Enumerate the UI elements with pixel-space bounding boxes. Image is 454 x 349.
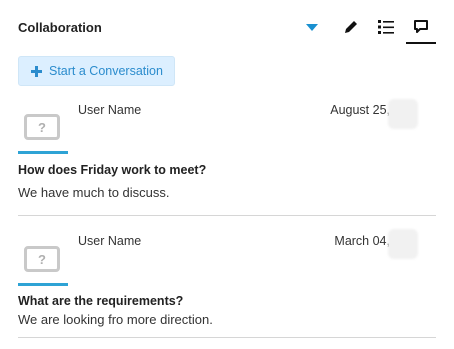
chevron-down-icon[interactable] [297, 12, 327, 42]
chat-view-icon[interactable] [406, 12, 436, 44]
divider [18, 337, 436, 338]
conversation-body: We are looking fro more direction. [18, 312, 213, 327]
conversation-title[interactable]: How does Friday work to meet? [18, 163, 206, 177]
conversation-body: We have much to discuss. [18, 185, 170, 200]
redacted-year [388, 229, 418, 259]
avatar-accent-bar [18, 151, 68, 154]
panel-header: Collaboration [0, 0, 454, 48]
conversation-title[interactable]: What are the requirements? [18, 294, 183, 308]
avatar-accent-bar [18, 283, 68, 286]
avatar: ? [18, 240, 68, 286]
start-conversation-label: Start a Conversation [49, 64, 163, 78]
question-bubble-icon: ? [24, 246, 60, 272]
redacted-year [388, 99, 418, 129]
user-name[interactable]: User Name [78, 234, 141, 248]
user-name[interactable]: User Name [78, 103, 141, 117]
plus-icon [31, 65, 42, 77]
conversation-date: March 04, [334, 234, 390, 248]
conversation-date: August 25, [330, 103, 390, 117]
question-bubble-icon: ? [24, 114, 60, 140]
list-view-icon[interactable] [371, 12, 401, 42]
active-view-indicator [406, 42, 436, 44]
avatar: ? [18, 108, 68, 154]
panel-title: Collaboration [18, 20, 102, 35]
start-conversation-button[interactable]: Start a Conversation [18, 56, 175, 86]
divider [18, 215, 436, 216]
pencil-icon[interactable] [336, 12, 366, 42]
